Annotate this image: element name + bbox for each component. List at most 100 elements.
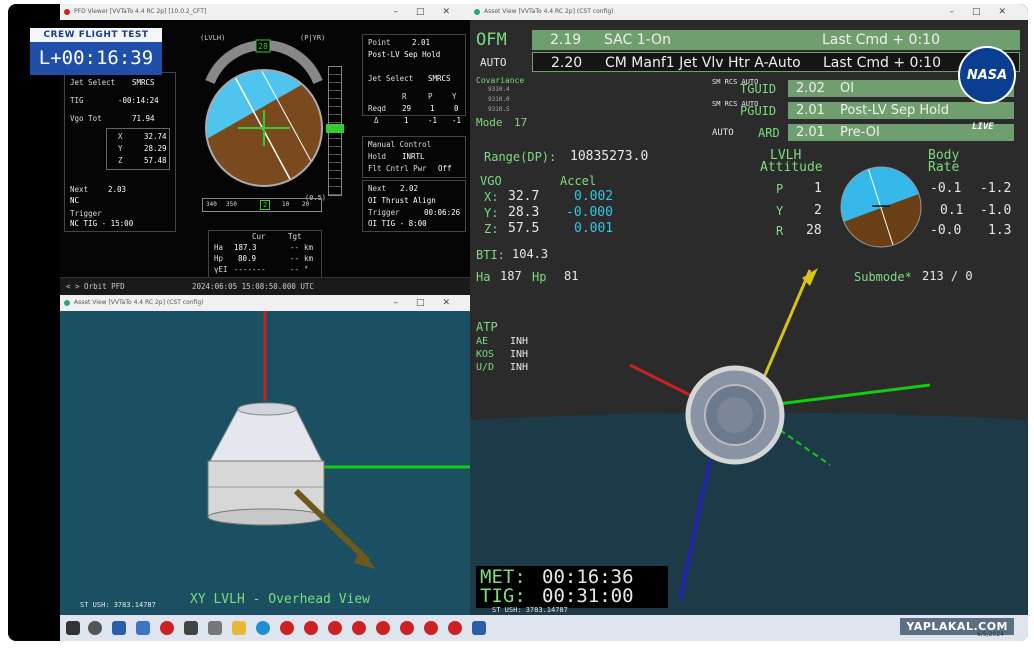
window-controls[interactable]: –□✕: [393, 295, 468, 311]
att-y-axis: Y: [776, 204, 784, 218]
nav-back-button[interactable]: < > Orbit PFD: [66, 278, 125, 296]
reqd-r: 29: [402, 104, 412, 113]
hp-tgt: --: [290, 254, 300, 263]
covariance-2: 9310.0: [488, 96, 510, 103]
tape-marker: [326, 124, 344, 133]
start-icon[interactable]: [66, 621, 80, 635]
word-icon[interactable]: [472, 621, 486, 635]
atp-ud-key: U/D: [476, 362, 495, 373]
bti-value: 104.3: [512, 247, 549, 261]
tguid-label: TGUID: [740, 82, 777, 96]
tig-label: TIG:: [480, 585, 526, 607]
app-red-icon-4[interactable]: [328, 621, 342, 635]
window-controls[interactable]: –□✕: [949, 4, 1024, 20]
delta-p: -1: [428, 116, 438, 125]
next2-label: Next: [368, 184, 387, 193]
lvlh-attitude-ball: [840, 166, 922, 248]
bottom-scale-1: 340: [206, 201, 217, 208]
pfd-bottom-bar: < > Orbit PFD 2024:06:05 15:08:50.000 UT…: [60, 277, 472, 295]
ard-label: ARD: [758, 126, 780, 140]
mode-value: 17: [514, 116, 528, 129]
trigger-value: NC TIG - 15:00: [70, 219, 134, 228]
submode-label: Submode*: [854, 270, 912, 284]
edge-icon[interactable]: [256, 621, 270, 635]
asset-right-st: ST USH: 3783.14787: [492, 606, 568, 614]
point-name: Post-LV Sep Hold: [368, 50, 441, 59]
vgo-x-axis: X:: [484, 190, 499, 204]
point-value: 2.01: [412, 38, 431, 47]
rpy-r: R: [402, 92, 407, 101]
table-tgt-header: Tgt: [288, 232, 302, 241]
rate-r-2: 1.3: [988, 223, 1012, 238]
view-label: XY LVLH - Overhead View: [190, 592, 371, 607]
app-icon: [64, 9, 70, 15]
app-red-icon[interactable]: [160, 621, 174, 635]
bti-label: BTI:: [476, 248, 505, 262]
tig-value: 00:31:00: [542, 585, 634, 607]
accel-y-val: -0.000: [566, 205, 613, 220]
asset-right-titlebar[interactable]: Asset View [VVTaTo 4.4 RC 2p] (CST confi…: [470, 4, 1028, 20]
pfd-titlebar[interactable]: PFD Viewer [VVTaTo 4.4 RC 2p] [10.0.2_CF…: [60, 4, 472, 20]
vgo-z-axis: Z:: [484, 222, 499, 236]
accel-header: Accel: [560, 174, 597, 188]
asset-right-title: Asset View [VVTaTo 4.4 RC 2p] (CST confi…: [484, 8, 614, 15]
ofm-label: OFM: [476, 30, 507, 50]
app-red-icon-2[interactable]: [280, 621, 294, 635]
atp-kos-key: KOS: [476, 349, 495, 360]
cmd-row-1-name: SAC 1-On: [604, 32, 671, 48]
thrust-vector: [293, 488, 371, 564]
app-red-icon-5[interactable]: [352, 621, 366, 635]
jet-select2-value: SMRCS: [428, 74, 451, 83]
atp-ae-key: AE: [476, 336, 489, 347]
pfd-timestamp: 2024:06:05 15:08:50.000 UTC: [192, 282, 314, 291]
search-icon[interactable]: [88, 621, 102, 635]
vgo-tot-label: Vgo Tot: [70, 114, 102, 123]
app-red-icon-9[interactable]: [448, 621, 462, 635]
hold-label: Hold: [368, 152, 387, 161]
flt-ctrl-label: Flt Cntrl Pwr: [368, 164, 427, 173]
app-red-icon-7[interactable]: [400, 621, 414, 635]
window-controls[interactable]: –□✕: [393, 4, 468, 20]
vgo-x-val: 32.7: [508, 189, 540, 204]
app-red-icon-8[interactable]: [424, 621, 438, 635]
next-value: 2.03: [108, 185, 127, 194]
range-label: Range(DP):: [484, 150, 557, 164]
folder-icon[interactable]: [232, 621, 246, 635]
ard-name: Pre-OI: [840, 125, 880, 140]
jet-select-label: Jet Select: [70, 78, 116, 87]
vgo-z-val: 57.5: [508, 221, 540, 236]
rate-label: Rate: [928, 160, 960, 175]
app-red-icon-3[interactable]: [304, 621, 318, 635]
next2-name: OI Thrust Align: [368, 196, 436, 205]
rate-p-2: -1.2: [980, 181, 1012, 196]
cmd-row-2-id: 2.20: [551, 55, 583, 71]
pguid-id: 2.01: [796, 103, 825, 118]
table-cur-header: Cur: [252, 232, 266, 241]
lvlh-tag: (LVLH): [200, 34, 225, 42]
asset-view-left-window[interactable]: Asset View [VVTaTo 4.4 RC 2p] (CST confi…: [60, 295, 472, 615]
app-red-icon-6[interactable]: [376, 621, 390, 635]
gamma-label: γEI: [214, 265, 228, 274]
jet-select-value: SMRCS: [132, 78, 155, 87]
gamma-unit: °: [304, 265, 309, 274]
delta-r: 1: [404, 116, 409, 125]
point-label: Point: [368, 38, 391, 47]
asset-left-titlebar[interactable]: Asset View [VVTaTo 4.4 RC 2p] (CST confi…: [60, 295, 472, 311]
flt-ctrl-value: Off: [438, 164, 452, 173]
trigger2-label: Trigger: [368, 208, 400, 217]
calculator-icon[interactable]: [112, 621, 126, 635]
atp-kos-val: INH: [510, 349, 529, 360]
covariance-label: Covariance: [476, 76, 525, 85]
taskbar-date: 6/5/2024: [977, 631, 1004, 638]
delta-label: Δ: [374, 116, 379, 125]
hp-cur: 80.9: [238, 254, 257, 263]
drive-icon[interactable]: [208, 621, 222, 635]
bottom-scale-box: 2: [260, 200, 271, 210]
cmd-row-2-name: CM Manf1 Jet Vlv Htr A-Auto: [605, 55, 801, 71]
terminal-icon[interactable]: [184, 621, 198, 635]
task-view-icon[interactable]: [136, 621, 150, 635]
ofm-mode: AUTO: [480, 56, 507, 69]
taskbar: YAPLAKAL.COM 6/5/2024: [60, 615, 1028, 641]
asset-view-right-window[interactable]: Asset View [VVTaTo 4.4 RC 2p] (CST confi…: [470, 4, 1028, 615]
ha-unit: km: [304, 243, 314, 252]
